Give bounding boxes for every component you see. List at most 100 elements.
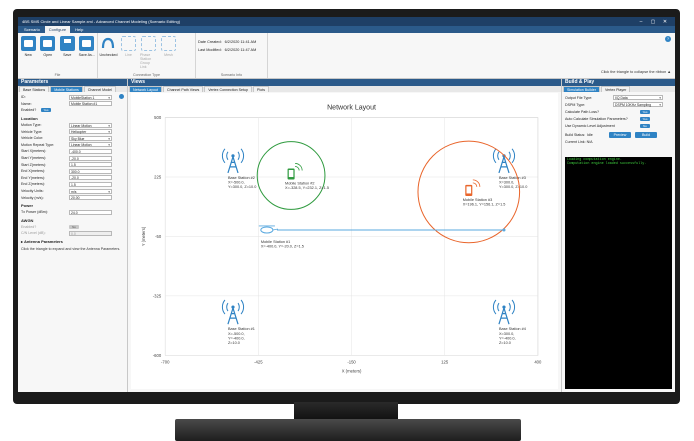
location-row: Motion Repeat Type: Linear Motion: [21, 142, 124, 149]
location-field-label: End X(meters):: [21, 169, 46, 174]
date-created-label: Date Created:: [198, 40, 222, 44]
base-station-label: Y=300.0, Z=10.0: [228, 185, 256, 189]
help-icon[interactable]: ?: [665, 36, 671, 42]
tab-channel-path-views[interactable]: Channel Path Views: [162, 86, 204, 92]
tab-channel-model[interactable]: Channel Model: [83, 86, 116, 92]
save-as-button[interactable]: Save As...: [79, 36, 96, 57]
close-button[interactable]: ✕: [659, 19, 671, 25]
base-station-antenna-icon: [502, 305, 506, 309]
location-field-value[interactable]: 300.0: [69, 168, 112, 174]
line-label: Line: [125, 53, 132, 57]
mobile-station-label: X=-400.0, Y=-20.0, Z=1.5: [261, 245, 304, 249]
y-tick-label: -600: [153, 353, 162, 358]
location-field-value[interactable]: 20.00: [69, 195, 112, 201]
tab-mobile-stations[interactable]: Mobile Stations: [50, 86, 83, 92]
open-folder-icon: [40, 36, 56, 51]
awgn-enabled-toggle[interactable]: No: [69, 224, 79, 229]
last-modified-value: 6/2/2020 11:47 AM: [224, 48, 257, 52]
location-field-value[interactable]: 1.5: [69, 181, 112, 187]
y-tick-label: -325: [153, 293, 162, 298]
awgn-enabled-row: Enabled? No: [21, 224, 124, 231]
location-field-value[interactable]: Sky Blue: [69, 135, 112, 141]
id-select[interactable]: MobileStation 1: [69, 94, 112, 100]
mobile-phone-screen-icon: [466, 186, 472, 194]
menu-help[interactable]: Help: [71, 26, 87, 33]
path-loss-toggle[interactable]: Yes: [640, 109, 650, 114]
base-station-label: Y=-400.0,: [499, 336, 516, 340]
new-label: New: [24, 53, 32, 57]
build-status-label: Build Status:: [565, 132, 586, 137]
cn-level-label: C/N Level (dB):: [21, 231, 46, 236]
x-tick-label: -150: [347, 359, 356, 364]
open-button[interactable]: Open: [40, 36, 57, 57]
base-station-antenna-icon: [231, 154, 235, 158]
tab-vertex-connection-setup[interactable]: Vertex Connection Setup: [204, 86, 253, 92]
new-button[interactable]: New: [20, 36, 37, 57]
preview-button[interactable]: Preview: [609, 131, 631, 138]
menu-scenario[interactable]: Scenario: [20, 26, 44, 33]
mobile-station-label: Mobile Station #2: [285, 182, 314, 186]
network-layout-svg[interactable]: Network Layout -700 -425 -150 125 400 500 225 -5…: [131, 93, 558, 389]
maximize-button[interactable]: ▢: [647, 19, 659, 25]
line-button[interactable]: Line: [120, 36, 137, 57]
tab-simulation-builder[interactable]: Simulation Builder: [563, 86, 600, 92]
tx-power-field[interactable]: 24.0: [69, 209, 112, 215]
auto-calc-label: Auto Calculate Simulation Parameters?: [565, 116, 628, 121]
location-field-value[interactable]: m/s: [69, 188, 112, 194]
info-icon[interactable]: [119, 94, 124, 99]
id-row: ID: MobileStation 1: [21, 94, 124, 101]
tab-vertex-player[interactable]: Vertex Player: [600, 86, 631, 92]
info-group-label: Scenario Info: [220, 73, 243, 77]
auto-calc-toggle[interactable]: Yes: [640, 116, 650, 121]
antenna-section-title[interactable]: ▸ Antenna Parameters: [21, 237, 124, 245]
mobile-phone-screen-icon: [288, 169, 294, 178]
connection-icon: [101, 36, 116, 51]
tab-network-layout[interactable]: Network Layout: [129, 86, 162, 92]
name-field[interactable]: Mobile Station #1: [69, 101, 112, 107]
save-button[interactable]: Save: [59, 36, 76, 57]
location-field-value[interactable]: Linear Motion: [69, 122, 112, 128]
location-row: End X(meters): 300.0: [21, 168, 124, 175]
location-field-value[interactable]: -20.0: [69, 155, 112, 161]
auto-calc-row: Auto Calculate Simulation Parameters? Yes: [562, 115, 675, 122]
current-link: Current Link: N/A: [565, 139, 593, 144]
mesh-icon: [161, 36, 176, 51]
location-field-value[interactable]: -400.0: [69, 148, 112, 154]
location-field-value[interactable]: -20.0: [69, 175, 112, 181]
monitor-stand-base: [175, 419, 521, 441]
dspm-select[interactable]: DSPM 10KHz Sampling: [613, 102, 663, 107]
y-tick-label: 225: [154, 175, 162, 180]
network-layout-chart[interactable]: Network Layout -700 -425 -150 125 400 500 225 -5…: [131, 93, 558, 389]
location-field-label: Start Y(meters):: [21, 156, 47, 161]
collapse-ribbon-hint[interactable]: Click the triangle to collapse the ribbo…: [601, 70, 671, 74]
minimize-button[interactable]: –: [635, 19, 647, 25]
monitor-stand-neck: [294, 402, 398, 420]
output-file-select[interactable]: I/Q Data: [613, 95, 663, 100]
tab-plots[interactable]: Plots: [253, 86, 270, 92]
base-station-label: X=300.0,: [499, 332, 514, 336]
phase-station-group-link-button[interactable]: Phase Station Group Link: [140, 36, 157, 69]
menu-configure[interactable]: Configure: [44, 26, 71, 33]
base-station-label: Base Station #2: [228, 176, 255, 180]
location-field-value[interactable]: Linear Motion: [69, 142, 112, 148]
build-button[interactable]: Build: [635, 131, 657, 138]
enabled-toggle[interactable]: Yes: [41, 108, 51, 113]
build-status-value: Idle: [587, 132, 593, 137]
unchecked-button[interactable]: Unchecked: [99, 36, 118, 57]
mesh-button[interactable]: Mesh: [160, 36, 177, 57]
cn-level-field[interactable]: 0.0: [69, 230, 112, 236]
tx-power-row: Tx Power (dBm): 24.0: [21, 209, 124, 216]
y-tick-label: -50: [155, 234, 162, 239]
location-field-value[interactable]: 1.5: [69, 162, 112, 168]
base-station-label: X=-500.0,: [228, 332, 245, 336]
base-station-label: Base Station #4: [499, 327, 527, 331]
unchecked-label: Unchecked: [99, 53, 118, 57]
location-field-value[interactable]: Helicopter: [69, 129, 112, 135]
tab-base-stations[interactable]: Base Stations: [19, 86, 50, 92]
dynamic-level-row: Use Dynamic Level Adjustment No: [562, 122, 675, 129]
base-station-antenna-icon: [231, 305, 235, 309]
location-row: Start Z(meters): 1.5: [21, 161, 124, 168]
dynamic-level-toggle[interactable]: No: [640, 123, 650, 128]
file-group-label: File: [54, 73, 61, 77]
console-line: Computation engine loaded successfully.: [567, 162, 647, 167]
